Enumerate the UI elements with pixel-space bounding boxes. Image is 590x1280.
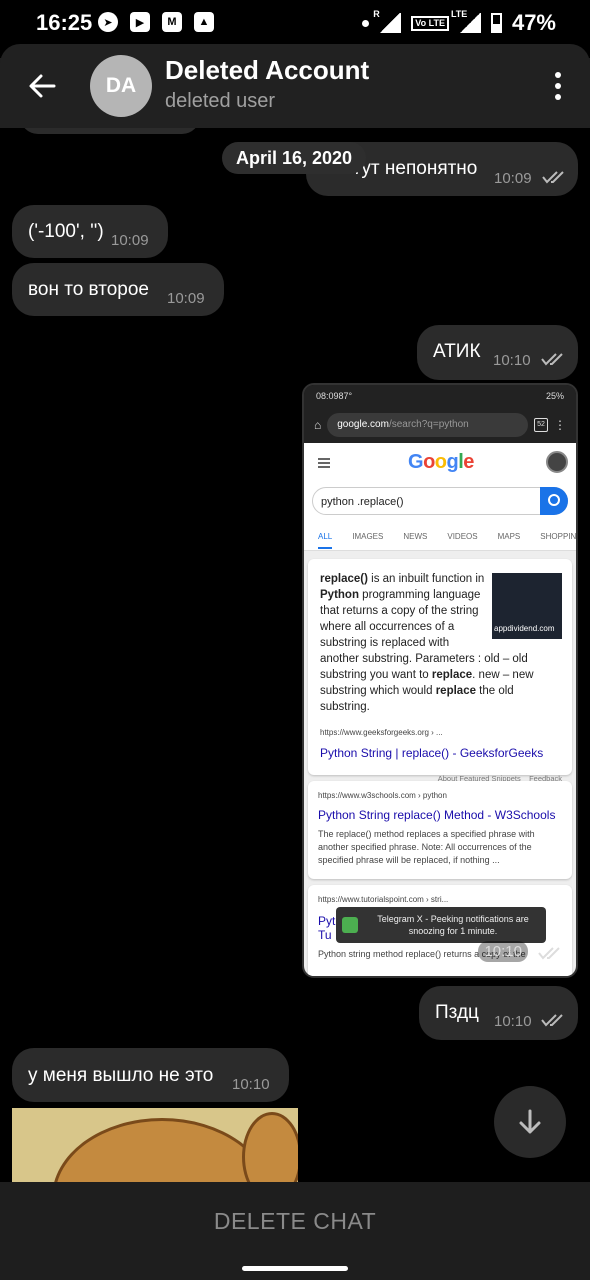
double-check-icon [541,1014,563,1027]
screenshot-status-bar: 08:09 87° 25% [304,385,576,407]
message-text: ('-100', '') [28,221,104,242]
snippet-thumbnail: appdividend.com [492,573,562,639]
home-indicator[interactable] [242,1266,348,1271]
tab-count-icon: 52 [534,418,548,432]
home-icon: ⌂ [314,418,322,432]
screenshot-google-page: Google python .replace() ALL IMAGES NEWS… [304,443,576,976]
message-time: 10:10 [478,941,528,962]
message-list[interactable]: Чё тут непонятно 10:09 April 16, 2020 ('… [0,128,590,1182]
message-bubble-incoming[interactable]: у меня вышло не это 10:10 [12,1048,289,1102]
status-bar: 16:25 ➤ ▶ M ▲ R Vo LTE LTE 47% [0,0,590,44]
message-time: 10:09 [111,232,149,249]
message-bubble-outgoing[interactable]: АТИК 10:10 [417,325,578,380]
message-bubble-partial[interactable] [20,128,200,134]
message-bubble-incoming[interactable]: вон то второе 10:09 [12,263,224,316]
gallery-icon: ▲ [194,12,214,32]
message-text: АТИК [433,341,481,362]
signal-r-icon: R [373,9,402,33]
user-avatar-icon [546,451,568,473]
message-text: вон то второе [28,279,149,300]
status-right: R Vo LTE LTE 47% [362,9,556,36]
sticker-message[interactable] [12,1108,298,1182]
more-vert-icon[interactable] [554,72,562,100]
message-time: 10:10 [493,352,531,369]
gmail-icon: M [162,12,182,32]
search-tabs: ALL IMAGES NEWS VIDEOS MAPS SHOPPIN [304,523,576,551]
hamburger-icon [318,458,330,468]
toast-notification: Telegram X - Peeking notifications are s… [336,907,546,943]
screenshot-url-bar: ⌂ google.com/search?q=python 52 ⋮ [304,407,576,443]
message-time: 10:10 [232,1076,270,1093]
chat-title[interactable]: Deleted Account [165,55,369,86]
message-time: 10:10 [494,1013,532,1030]
telegram-x-icon [342,917,358,933]
battery-icon [490,13,502,33]
search-icon [540,487,568,515]
google-logo: Google [408,451,474,473]
message-bubble-outgoing[interactable]: Пздц 10:10 [419,986,578,1040]
search-result: https://www.w3schools.com › python Pytho… [308,781,572,879]
chat-header: DA Deleted Account deleted user [0,44,590,128]
double-check-icon [542,171,564,184]
battery-percent: 47% [511,10,556,35]
photo-message[interactable]: 08:09 87° 25% ⌂ google.com/search?q=pyth… [302,383,578,978]
status-time: 16:25 [36,10,93,35]
volte-icon: Vo LTE [411,15,449,31]
dot-icon [362,19,370,27]
search-query: python .replace() [312,487,568,515]
double-check-icon [538,947,560,960]
date-chip: April 16, 2020 [222,142,367,174]
message-time: 10:09 [167,290,205,307]
message-text: Пздц [435,1002,479,1023]
youtube-icon: ▶ [130,12,150,32]
gesture-nav-bar [0,1260,590,1280]
message-bubble-incoming[interactable]: ('-100', '') 10:09 [12,205,168,258]
notification-icons: ➤ ▶ M ▲ [98,12,214,32]
message-time: 10:09 [494,170,532,187]
more-vert-icon: ⋮ [554,418,566,432]
arrow-down-icon [519,1109,541,1134]
scroll-down-button[interactable] [494,1086,566,1158]
telegram-icon: ➤ [98,12,118,32]
message-text: у меня вышло не это [28,1065,214,1086]
chat-subtitle: deleted user [165,90,276,112]
bottom-action-bar: DELETE CHAT [0,1182,590,1260]
lte-signal-icon: LTE [451,9,481,33]
back-arrow-icon[interactable] [26,70,58,102]
delete-chat-button[interactable]: DELETE CHAT [214,1208,376,1235]
featured-snippet: appdividend.com replace() is an inbuilt … [308,559,572,783]
double-check-icon [541,353,563,366]
avatar[interactable]: DA [90,55,152,117]
